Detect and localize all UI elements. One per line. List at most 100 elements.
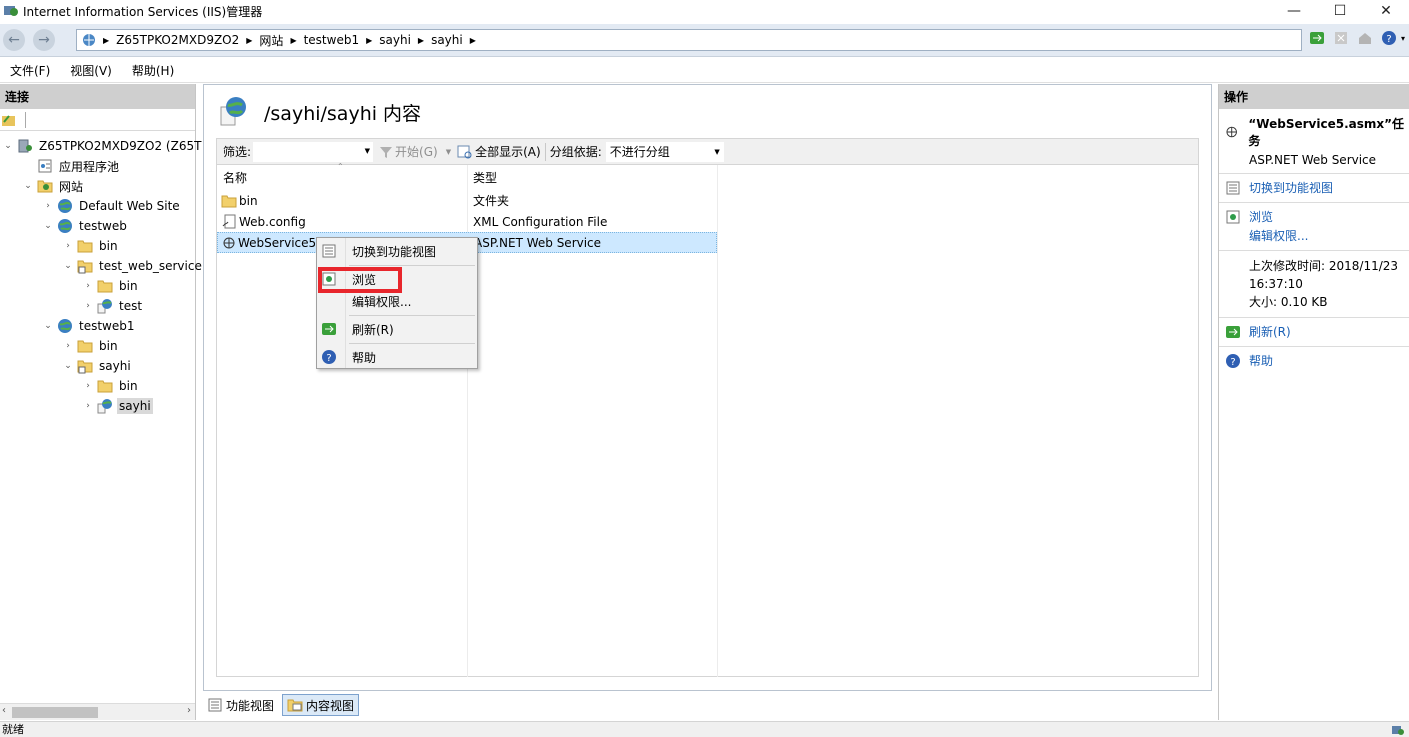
menu-item-label: 帮助 [352,350,377,365]
address-bar[interactable]: ▶ Z65TPKO2MXD9ZO2 ▶ 网站 ▶ testweb1 ▶ sayh… [76,29,1302,51]
help-icon: ? [1381,31,1396,45]
tab-features-view[interactable]: 功能视图 [203,694,278,716]
folder-icon [97,278,113,294]
forward-button[interactable]: → [33,29,55,51]
svg-text:?: ? [326,353,331,364]
refresh-link[interactable]: 刷新(R) [1225,323,1409,340]
back-button[interactable]: ← [3,29,25,51]
breadcrumb-sayhi-app[interactable]: sayhi [431,33,463,47]
breadcrumb-sayhi[interactable]: sayhi [379,33,411,47]
menu-item-refresh[interactable]: 刷新(R) [317,318,477,340]
refresh-label: 刷新(R) [1249,325,1291,339]
scroll-left-icon[interactable]: ‹ [2,705,6,716]
globe-icon [57,318,73,334]
browse-link[interactable]: 浏览 [1225,208,1409,225]
collapse-chevron-icon[interactable]: ⌄ [62,361,74,371]
tree-node[interactable]: ⌄ sayhi [62,356,133,376]
scrollbar-thumb[interactable] [12,707,98,718]
tree-node[interactable]: › bin [62,236,120,256]
expand-chevron-icon[interactable]: › [62,241,74,251]
start-filter-button[interactable]: 开始(G) ▼ [379,143,451,160]
help-dropdown-icon[interactable]: ▾ [1401,34,1405,43]
menu-file[interactable]: 文件(F) [10,62,50,79]
list-item-bin[interactable]: bin 文件夹 [217,190,717,211]
tree-node[interactable]: › Default Web Site [42,196,182,216]
group-by-select[interactable]: 不进行分组 ▼ [605,141,724,162]
page-title: /sayhi/sayhi 内容 [264,103,422,125]
refresh-toolbar-button[interactable] [1307,28,1327,48]
tree-node-label: 应用程序池 [59,159,120,174]
app-folder-icon [77,358,93,374]
sort-asc-icon: ⌃ [337,162,344,171]
expand-chevron-icon[interactable]: › [82,281,94,291]
menu-view[interactable]: 视图(V) [70,62,112,79]
breadcrumb-testweb1[interactable]: testweb1 [304,33,360,47]
column-type-header[interactable]: 类型 [473,169,497,186]
stop-toolbar-button[interactable] [1331,28,1351,48]
globe-icon [57,218,73,234]
tree-node[interactable]: ⌄ testweb1 [42,316,137,336]
collapse-chevron-icon[interactable]: ⌄ [22,181,34,191]
help-toolbar-button[interactable]: ? [1379,28,1399,48]
row-type: XML Configuration File [473,214,608,229]
column-name-header[interactable]: 名称 [223,169,247,186]
group-dropdown-icon[interactable]: ▼ [714,142,719,162]
filter-input[interactable]: ▼ [253,141,374,162]
switch-view-label: 切换到功能视图 [1249,181,1334,195]
task-subtitle: ASP.NET Web Service [1249,153,1377,167]
tree-node-label: test [119,299,143,313]
maximize-button[interactable]: ☐ [1317,0,1363,22]
expand-chevron-icon[interactable]: › [42,201,54,211]
menu-item-switch-features[interactable]: 切换到功能视图 [317,240,477,262]
web-app-icon [97,398,113,414]
collapse-chevron-icon[interactable]: ⌄ [62,261,74,271]
menu-item-help[interactable]: ? 帮助 [317,346,477,368]
switch-to-features-link[interactable]: 切换到功能视图 [1225,179,1409,196]
menu-help[interactable]: 帮助(H) [132,62,174,79]
filter-dropdown-icon[interactable]: ▼ [365,147,370,155]
menu-item-edit-permissions[interactable]: 编辑权限... [317,290,477,312]
content-view-pane: /sayhi/sayhi 内容 筛选: ▼ 开始(G) ▼ 全部显示(A) 分组… [203,84,1212,691]
breadcrumb-sites[interactable]: 网站 [259,32,283,49]
collapse-chevron-icon[interactable]: ⌄ [2,141,14,151]
collapse-chevron-icon[interactable]: ⌄ [42,221,54,231]
list-item-web-config[interactable]: Web.config XML Configuration File [217,211,717,232]
tree-node[interactable]: › bin [62,336,120,356]
connections-header: 连接 [0,84,195,109]
network-status-icon [1392,726,1404,735]
folder-icon [221,195,237,207]
scroll-right-icon[interactable]: › [187,705,191,716]
home-toolbar-button[interactable] [1355,28,1375,48]
tree-node[interactable]: ⌄ test_web_service [62,256,204,276]
expand-chevron-icon[interactable]: › [82,301,94,311]
highlight-annotation-box [318,267,402,293]
collapse-chevron-icon[interactable]: ⌄ [42,321,54,331]
edit-permissions-link[interactable]: 编辑权限... [1249,227,1409,244]
tree-node[interactable]: › test [82,296,144,316]
task-title-text: “WebService5.asmx”任务 [1248,117,1405,148]
modified-time: 16:37:10 [1249,277,1303,291]
create-connection-icon[interactable] [1,112,17,128]
tree-node[interactable]: 应用程序池 [22,156,121,176]
breadcrumb-server[interactable]: Z65TPKO2MXD9ZO2 [116,33,239,47]
tab-content-view[interactable]: 内容视图 [282,694,360,716]
tree-node-label: bin [99,239,118,253]
tree-node[interactable]: › sayhi [82,396,153,416]
close-button[interactable]: ✕ [1363,0,1409,22]
tree-node[interactable]: ⌄ 网站 [22,176,85,196]
tree-node[interactable]: ⌄ Z65TPKO2MXD9ZO2 (Z65T [2,136,203,156]
tree-node[interactable]: › bin [82,376,140,396]
minimize-button[interactable]: — [1271,0,1317,22]
row-name: WebService5. [238,235,320,250]
tree-node[interactable]: ⌄ testweb [42,216,129,236]
web-service-icon [1226,126,1237,138]
show-all-button[interactable]: 全部显示(A) [457,143,541,160]
show-all-icon [457,145,472,158]
tree-node-label: testweb1 [79,319,135,333]
tree-node[interactable]: › bin [82,276,140,296]
expand-chevron-icon[interactable]: › [82,381,94,391]
expand-chevron-icon[interactable]: › [82,401,94,411]
expand-chevron-icon[interactable]: › [62,341,74,351]
help-link[interactable]: ? 帮助 [1225,352,1409,369]
tree-horizontal-scrollbar[interactable]: ‹ › [0,703,195,720]
